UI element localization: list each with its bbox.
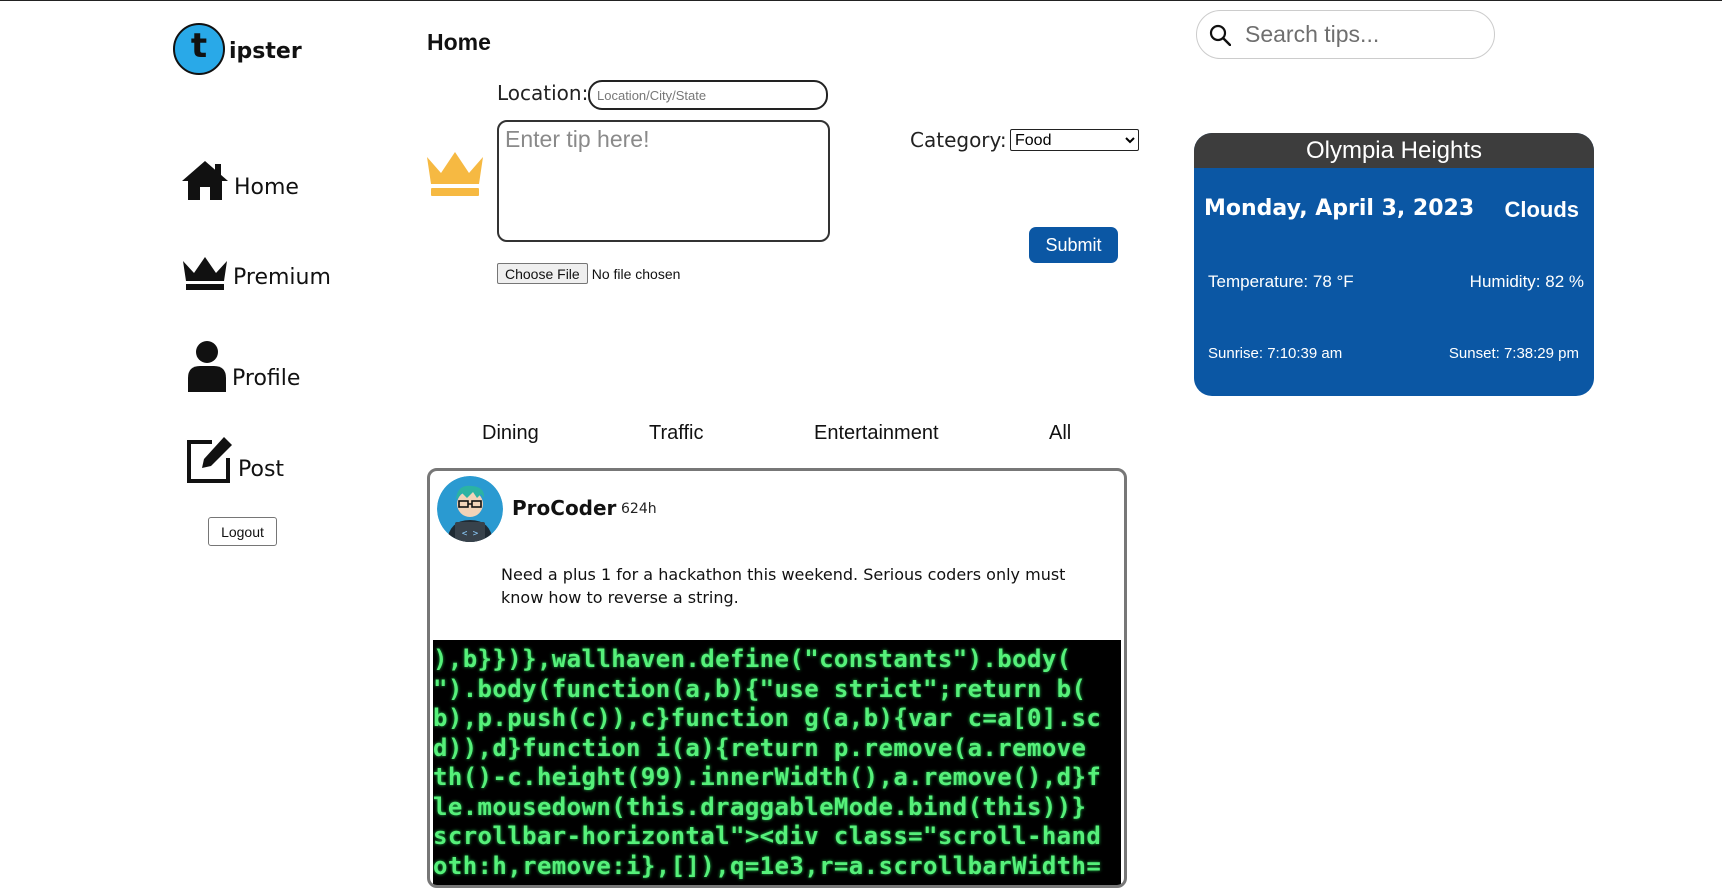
post-age: 624h <box>621 501 657 517</box>
premium-crown-icon <box>427 152 483 196</box>
code-line: ),b}})},wallhaven.define("constants").bo… <box>433 645 1072 673</box>
submit-button[interactable]: Submit <box>1029 227 1118 263</box>
category-select[interactable]: Food <box>1010 129 1139 151</box>
nav-item-profile[interactable]: Profile <box>186 340 300 392</box>
file-status: No file chosen <box>591 265 681 282</box>
weather-humidity: Humidity: 82 % <box>1469 272 1584 291</box>
weather-city: Olympia Heights <box>1194 133 1594 168</box>
user-icon <box>188 341 226 392</box>
code-line: b),p.push(c)),c}function g(a,b){var c=a[… <box>433 704 1102 732</box>
code-line: le.mousedown(this.draggableMode.bind(thi… <box>433 792 1087 821</box>
search-icon <box>1209 24 1231 46</box>
nav-label-home: Home <box>234 175 299 200</box>
page-title: Home <box>427 29 491 55</box>
post-author[interactable]: ProCoder <box>512 496 616 520</box>
code-line: th()-c.height(99).innerWidth(),a.remove(… <box>433 763 1102 791</box>
post-card: < > ProCoder 624h Need a plus 1 for a ha… <box>427 468 1127 888</box>
choose-file-button[interactable]: Choose File <box>497 263 588 284</box>
edit-icon <box>187 437 232 483</box>
tip-textarea[interactable] <box>497 120 830 242</box>
weather-condition: Clouds <box>1504 197 1579 222</box>
post-text: Need a plus 1 for a hackathon this weeke… <box>501 565 1066 607</box>
tab-dining[interactable]: Dining <box>482 422 539 445</box>
logo[interactable]: t ipster <box>173 23 302 75</box>
nav-item-home[interactable]: Home <box>180 159 299 201</box>
weather-card: Olympia Heights Monday, April 3, 2023 Cl… <box>1194 133 1594 396</box>
nav-label-premium: Premium <box>233 265 331 290</box>
weather-sunset: Sunset: 7:38:29 pm <box>1448 345 1579 362</box>
nav-item-premium[interactable]: Premium <box>181 255 331 291</box>
weather-temperature: Temperature: 78 °F <box>1208 272 1354 291</box>
logo-text: ipster <box>229 38 302 64</box>
svg-text:< >: < > <box>462 529 479 539</box>
search-input[interactable] <box>1243 20 1473 49</box>
crown-icon <box>183 257 227 290</box>
tab-entertainment[interactable]: Entertainment <box>814 422 939 445</box>
nav-label-profile: Profile <box>232 366 301 391</box>
location-label: Location: <box>497 81 589 105</box>
code-line: ").body(function(a,b){"use strict";retur… <box>433 674 1087 703</box>
file-upload: Choose File No file chosen <box>497 263 680 284</box>
tab-traffic[interactable]: Traffic <box>649 422 703 445</box>
logo-badge: t <box>173 23 225 75</box>
nav-item-post[interactable]: Post <box>186 435 284 483</box>
avatar[interactable]: < > <box>437 476 503 542</box>
search-bar[interactable] <box>1196 10 1495 59</box>
weather-sunrise: Sunrise: 7:10:39 am <box>1208 345 1343 362</box>
weather-date: Monday, April 3, 2023 <box>1204 196 1475 221</box>
code-line: d)),d}function i(a){return p.remove(a.re… <box>433 733 1087 762</box>
location-input[interactable] <box>588 80 828 110</box>
logout-button[interactable]: Logout <box>208 517 277 546</box>
category-label: Category: <box>910 128 1007 152</box>
post-image: ),b}})},wallhaven.define("constants").bo… <box>433 640 1121 885</box>
nav-label-post: Post <box>238 457 285 482</box>
home-icon <box>182 161 228 200</box>
code-line: scrollbar-horizontal"><div class="scroll… <box>433 822 1102 850</box>
code-line: oth:h,remove:i},[]),q=1e3,r=a.scrollbarW… <box>433 851 1102 880</box>
tab-all[interactable]: All <box>1049 422 1071 445</box>
